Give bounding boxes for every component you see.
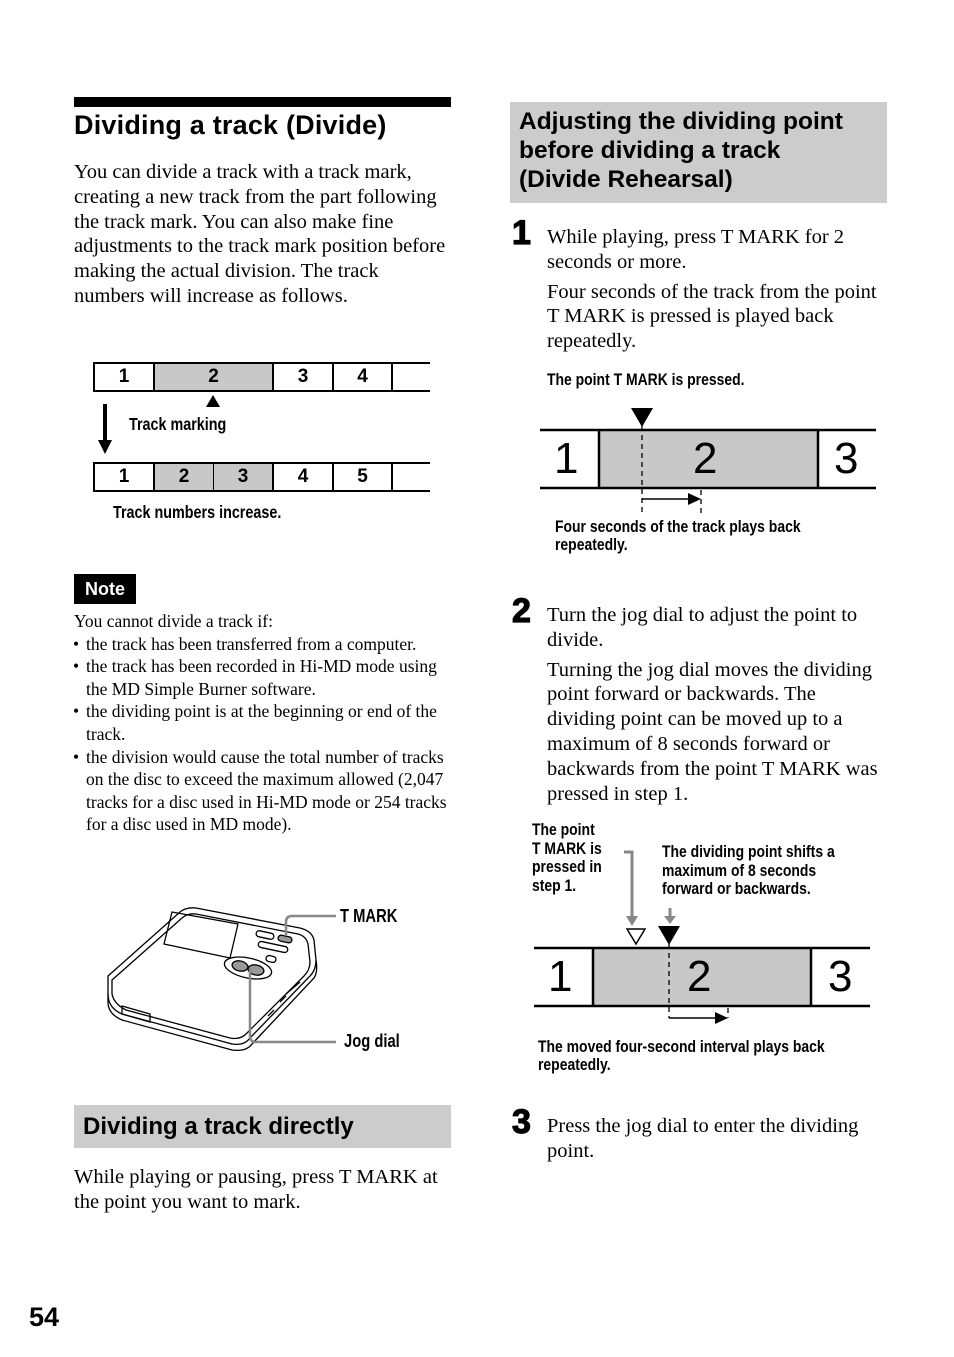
four-second-arrow-icon [642, 493, 701, 505]
tmark-label: T MARK [340, 906, 398, 926]
track-cell: 3 [272, 364, 332, 390]
title-rule [74, 97, 451, 107]
four-seconds-label: Four seconds of the track plays back rep… [555, 518, 801, 554]
label-line: The moved four-second interval plays bac… [538, 1037, 825, 1056]
track-marking-label: Track marking [129, 414, 227, 434]
step-3-text: Press the jog dial to enter the dividing… [547, 1114, 887, 1169]
note-badge: Note [74, 574, 136, 604]
tracks-before-row: 1 2 3 4 [93, 362, 430, 392]
track-cell-selected: 2 [153, 464, 213, 490]
track-division-diagram: 1 2 3 4 Track marking 1 2 3 4 5 Track nu… [93, 362, 430, 527]
tmark-pointer-icon [631, 408, 653, 427]
note-content: You cannot divide a track if: the track … [73, 610, 459, 836]
direct-paragraph: While playing or pausing, press T MARK a… [74, 1166, 438, 1213]
track-cell: 1 [93, 464, 153, 490]
step-number-1: 1 [511, 214, 531, 252]
track-cell: 5 [332, 464, 391, 490]
note-item: the division would cause the total numbe… [73, 746, 459, 836]
page-number: 54 [29, 1302, 60, 1332]
track-mark-triangle-icon [206, 395, 220, 407]
track-cell [391, 464, 430, 490]
original-point-outline-triangle-icon [626, 928, 646, 946]
track-label: 3 [828, 952, 853, 1001]
step-paragraph: Four seconds of the track from the point… [547, 280, 877, 353]
track-label: 2 [693, 434, 718, 483]
note-lead: You cannot divide a track if: [74, 611, 273, 631]
heading-line: (Divide Rehearsal) [519, 166, 733, 193]
step-paragraph: While playing, press T MARK for 2 second… [547, 226, 845, 273]
track-label: 1 [554, 434, 579, 483]
track-label: 3 [834, 434, 859, 483]
note-item: the dividing point is at the beginning o… [73, 700, 459, 745]
down-arrow-icon [98, 404, 112, 454]
interval-arrow-icon [669, 1012, 728, 1024]
heading-line: before dividing a track [519, 137, 781, 164]
track-label: 1 [548, 952, 573, 1001]
rehearsal-diagram-1: The point T MARK is pressed. 1 2 3 Four … [540, 368, 880, 563]
label-line: repeatedly. [555, 535, 628, 554]
page-title: Dividing a track (Divide) [74, 110, 387, 140]
device-illustration: T MARK Jog dial [100, 898, 420, 1058]
jog-dial-label: Jog dial [344, 1031, 400, 1051]
track-cell: 1 [93, 364, 153, 390]
heading-line: Adjusting the dividing point [519, 108, 843, 135]
track-cell: 4 [272, 464, 332, 490]
track-cell [391, 364, 430, 390]
rehearsal-diagram-2: The point T MARK is pressed in step 1. T… [530, 818, 880, 1078]
track-numbers-increase-label: Track numbers increase. [113, 502, 282, 522]
step-2-text: Turn the jog dial to adjust the point to… [547, 603, 887, 811]
label-line: Four seconds of the track plays back [555, 517, 801, 536]
moved-interval-label: The moved four-second interval plays bac… [538, 1038, 825, 1074]
track-cell-selected: 3 [213, 464, 272, 490]
step-number-3: 3 [511, 1103, 531, 1141]
step-paragraph: Turn the jog dial to adjust the point to… [547, 604, 858, 651]
intro-paragraph: You can divide a track with a track mark… [74, 161, 446, 307]
track-cell-selected: 2 [153, 364, 272, 390]
shifted-point-triangle-icon [658, 926, 680, 945]
tracks-after-row: 1 2 3 4 5 [93, 462, 430, 492]
step-paragraph: Press the jog dial to enter the dividing… [547, 1115, 859, 1162]
track-cell: 4 [332, 364, 391, 390]
note-item: the track has been transferred from a co… [73, 633, 459, 656]
track-label: 2 [687, 952, 712, 1001]
label-line: repeatedly. [538, 1055, 611, 1074]
step-1-text: While playing, press T MARK for 2 second… [547, 225, 887, 359]
step-number-2: 2 [511, 592, 531, 630]
note-item: the track has been recorded in Hi-MD mod… [73, 655, 459, 700]
section-heading-direct: Dividing a track directly [74, 1105, 451, 1148]
note-list: the track has been transferred from a co… [73, 633, 459, 836]
step-paragraph: Turning the jog dial moves the dividing … [547, 658, 878, 805]
section-heading-rehearsal: Adjusting the dividing point before divi… [510, 102, 887, 203]
